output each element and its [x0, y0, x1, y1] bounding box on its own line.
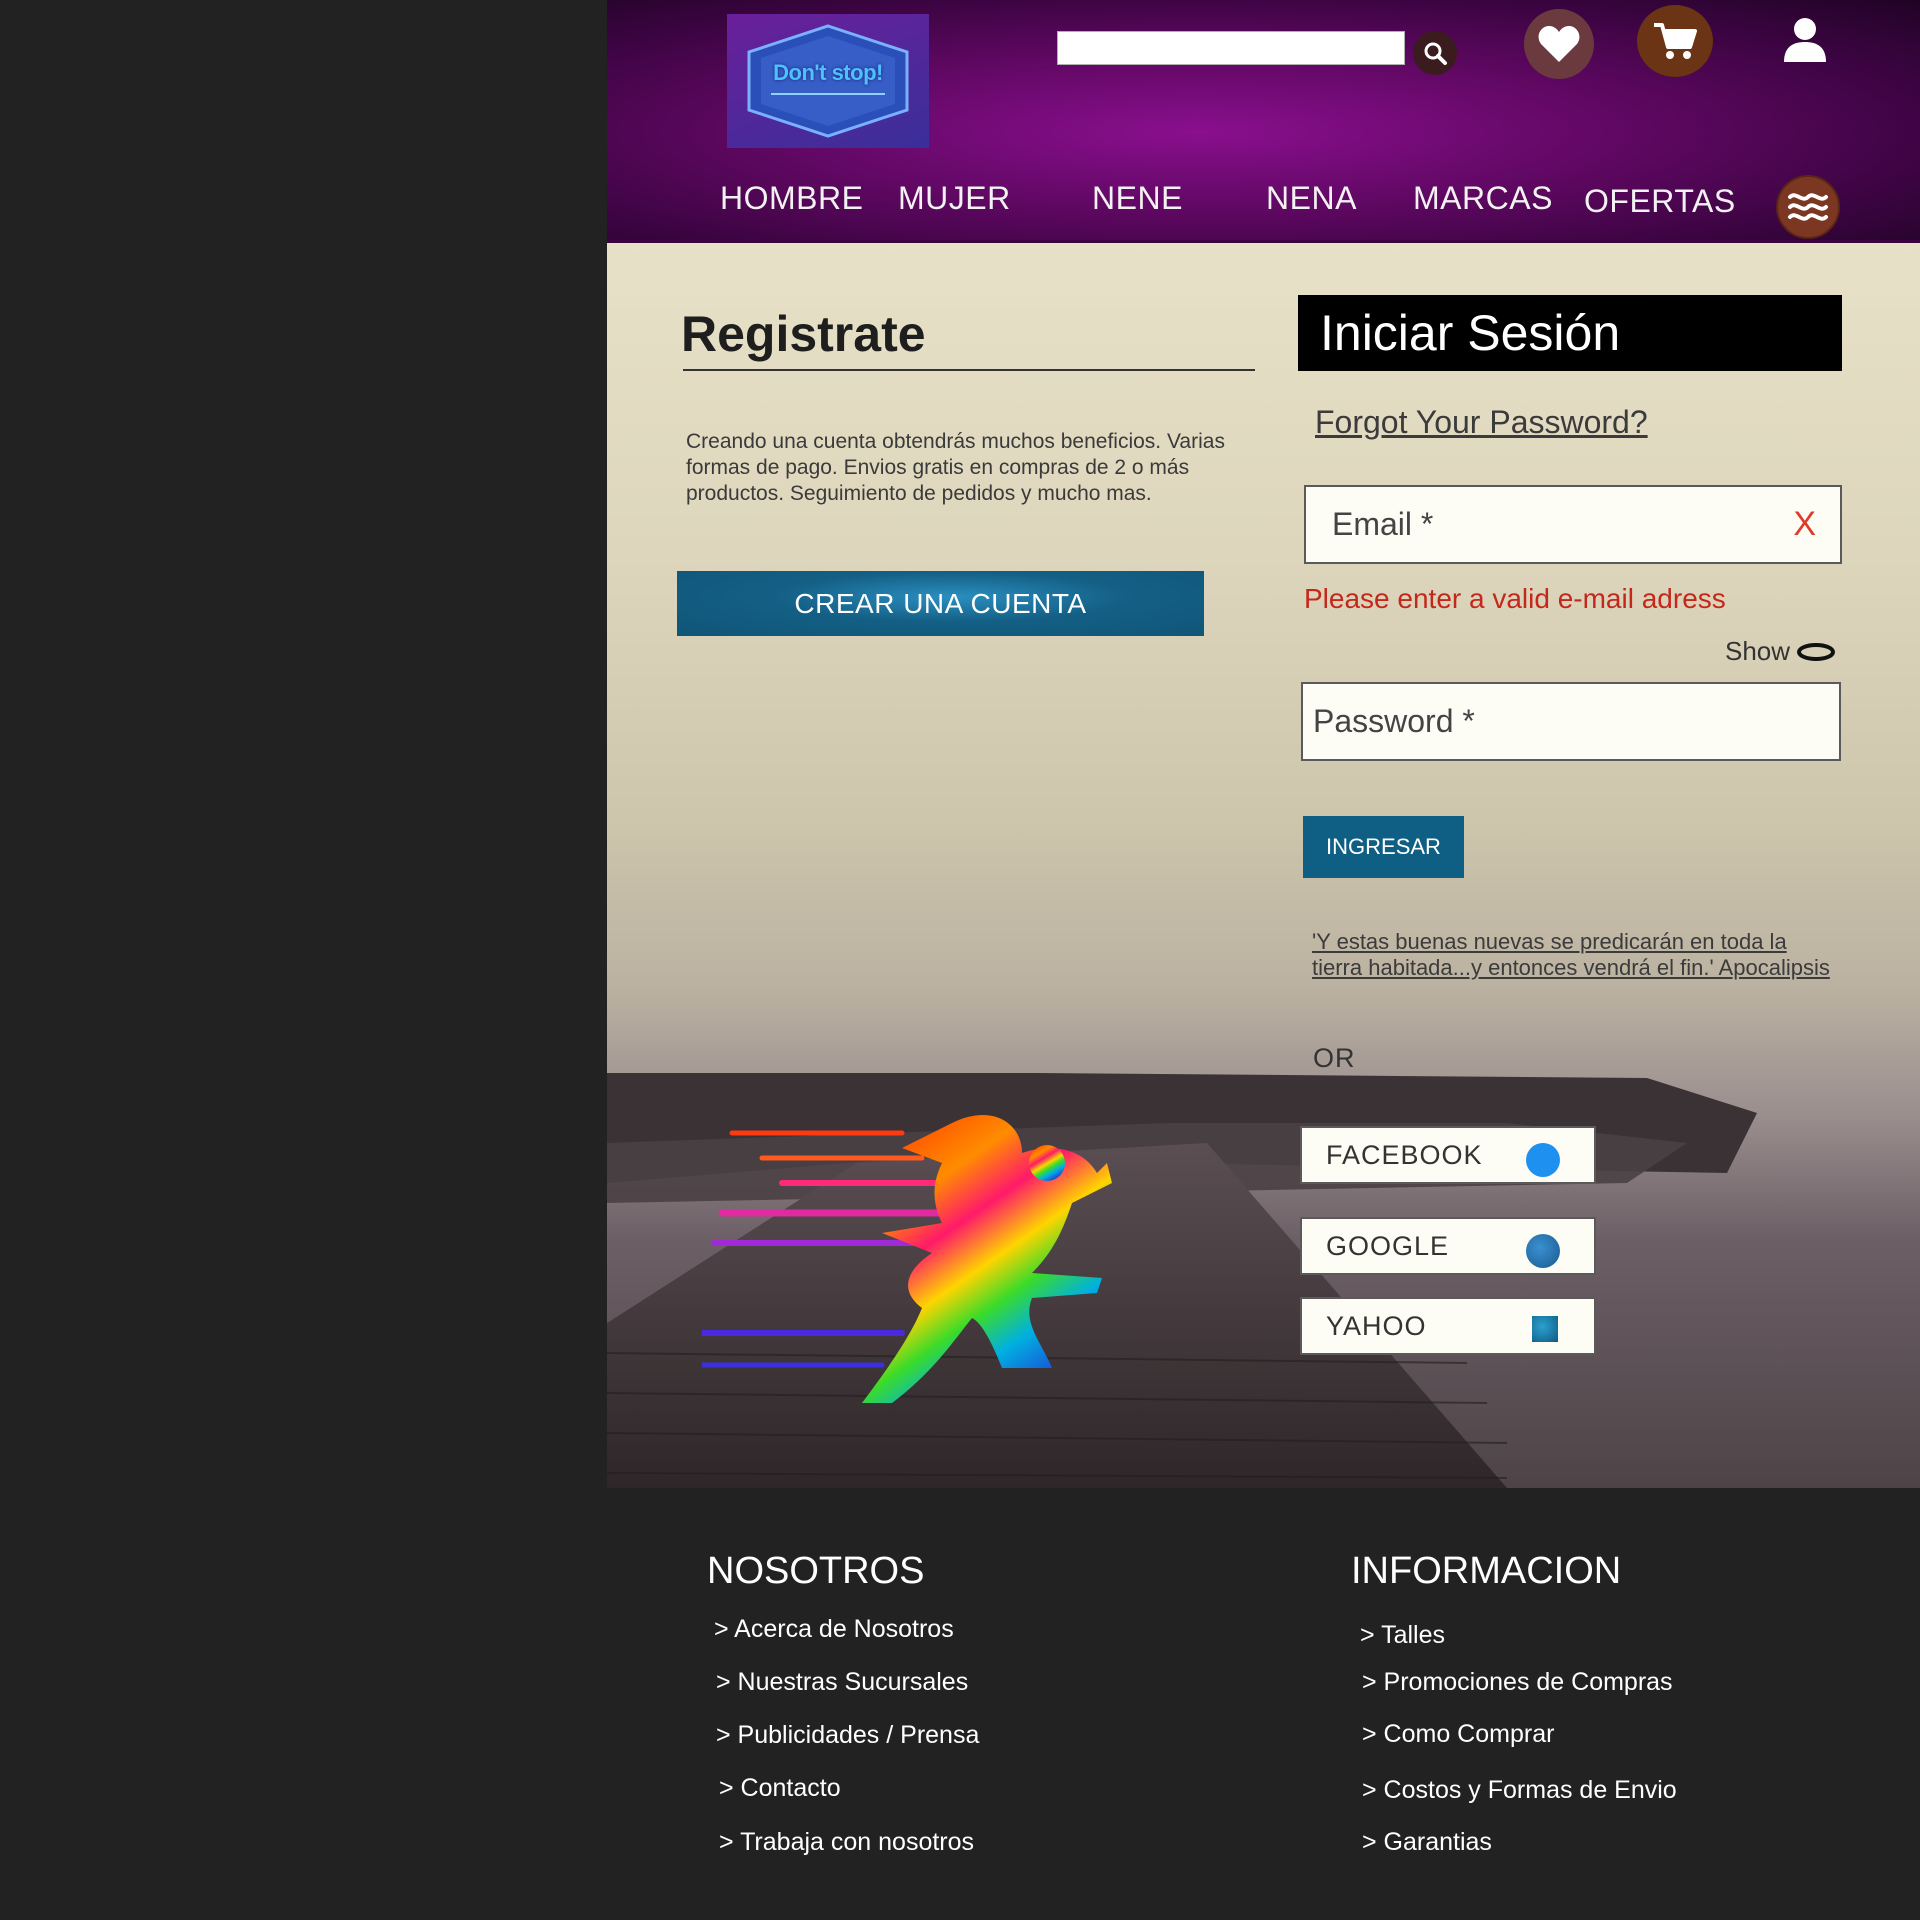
main-content: Registrate Creando una cuenta obtendrás … [607, 243, 1920, 1488]
google-label: GOOGLE [1326, 1230, 1450, 1261]
forgot-password-link[interactable]: Forgot Your Password? [1315, 404, 1648, 441]
nav-nena[interactable]: NENA [1266, 180, 1357, 217]
email-input[interactable] [1306, 487, 1766, 562]
facebook-icon [1526, 1143, 1560, 1177]
runner-logo [702, 1114, 1112, 1403]
footer-link-promociones[interactable]: > Promociones de Compras [1362, 1668, 1673, 1697]
google-login-button[interactable]: GOOGLE [1300, 1217, 1596, 1275]
email-error-message: Please enter a valid e-mail adress [1304, 583, 1726, 614]
heart-icon [1538, 26, 1580, 62]
yahoo-label: YAHOO [1326, 1310, 1427, 1341]
quote-link[interactable]: 'Y estas buenas nuevas se predicarán en … [1312, 929, 1832, 981]
footer-link-contacto[interactable]: > Contacto [719, 1774, 841, 1803]
search-button[interactable] [1413, 31, 1457, 75]
site-header: Don't stop! HOMBRE MUJER NENE NENA MARCA… [607, 0, 1920, 243]
footer-link-envio[interactable]: > Costos y Formas de Envio [1362, 1776, 1677, 1805]
login-title: Iniciar Sesión [1298, 295, 1842, 371]
password-input[interactable] [1303, 684, 1839, 759]
search-input[interactable] [1057, 31, 1405, 65]
footer-informacion-title: INFORMACION [1351, 1550, 1622, 1592]
logo-text: Don't stop! [773, 60, 883, 85]
create-account-button[interactable]: CREAR UNA CUENTA [677, 571, 1204, 636]
footer-link-prensa[interactable]: > Publicidades / Prensa [716, 1721, 979, 1750]
email-field: X [1304, 485, 1842, 564]
wishlist-button[interactable] [1524, 9, 1594, 79]
footer-link-trabaja[interactable]: > Trabaja con nosotros [719, 1828, 974, 1857]
nav-marcas[interactable]: MARCAS [1413, 180, 1553, 217]
nav-ofertas[interactable]: OFERTAS [1584, 183, 1736, 220]
footer-link-como-comprar[interactable]: > Como Comprar [1362, 1720, 1554, 1749]
or-separator: OR [1313, 1043, 1356, 1073]
login-submit-button[interactable]: INGRESAR [1303, 816, 1464, 878]
footer-link-talles[interactable]: > Talles [1360, 1621, 1445, 1650]
nav-mujer[interactable]: MUJER [898, 180, 1011, 217]
nav-hombre[interactable]: HOMBRE [720, 180, 863, 217]
footer-link-garantias[interactable]: > Garantias [1362, 1828, 1492, 1857]
page: Don't stop! HOMBRE MUJER NENE NENA MARCA… [0, 0, 1920, 1920]
footer-link-sucursales[interactable]: > Nuestras Sucursales [716, 1668, 968, 1697]
facebook-login-button[interactable]: FACEBOOK [1300, 1126, 1596, 1184]
account-button[interactable] [1772, 6, 1838, 72]
show-password-label: Show [1725, 636, 1791, 666]
search-icon [1424, 42, 1447, 65]
register-title: Registrate [681, 306, 926, 362]
google-icon [1526, 1234, 1560, 1268]
password-field [1301, 682, 1841, 761]
yahoo-icon [1532, 1316, 1558, 1342]
cart-button[interactable] [1637, 5, 1713, 77]
register-divider [683, 369, 1255, 371]
nav-nene[interactable]: NENE [1092, 180, 1183, 217]
show-password-toggle[interactable]: Show [1725, 636, 1836, 667]
register-description: Creando una cuenta obtendrás muchos bene… [686, 430, 1225, 505]
footer-nosotros-title: NOSOTROS [707, 1550, 925, 1592]
site-logo[interactable]: Don't stop! [727, 14, 929, 148]
eye-icon [1797, 642, 1836, 661]
yahoo-login-button[interactable]: YAHOO [1300, 1297, 1596, 1355]
menu-button[interactable] [1776, 175, 1840, 239]
footer-link-acerca[interactable]: > Acerca de Nosotros [714, 1615, 954, 1644]
cart-icon [1654, 23, 1697, 59]
menu-icon [1788, 193, 1828, 221]
facebook-label: FACEBOOK [1326, 1139, 1483, 1170]
clear-email-icon[interactable]: X [1793, 505, 1816, 544]
user-icon [1784, 18, 1826, 62]
